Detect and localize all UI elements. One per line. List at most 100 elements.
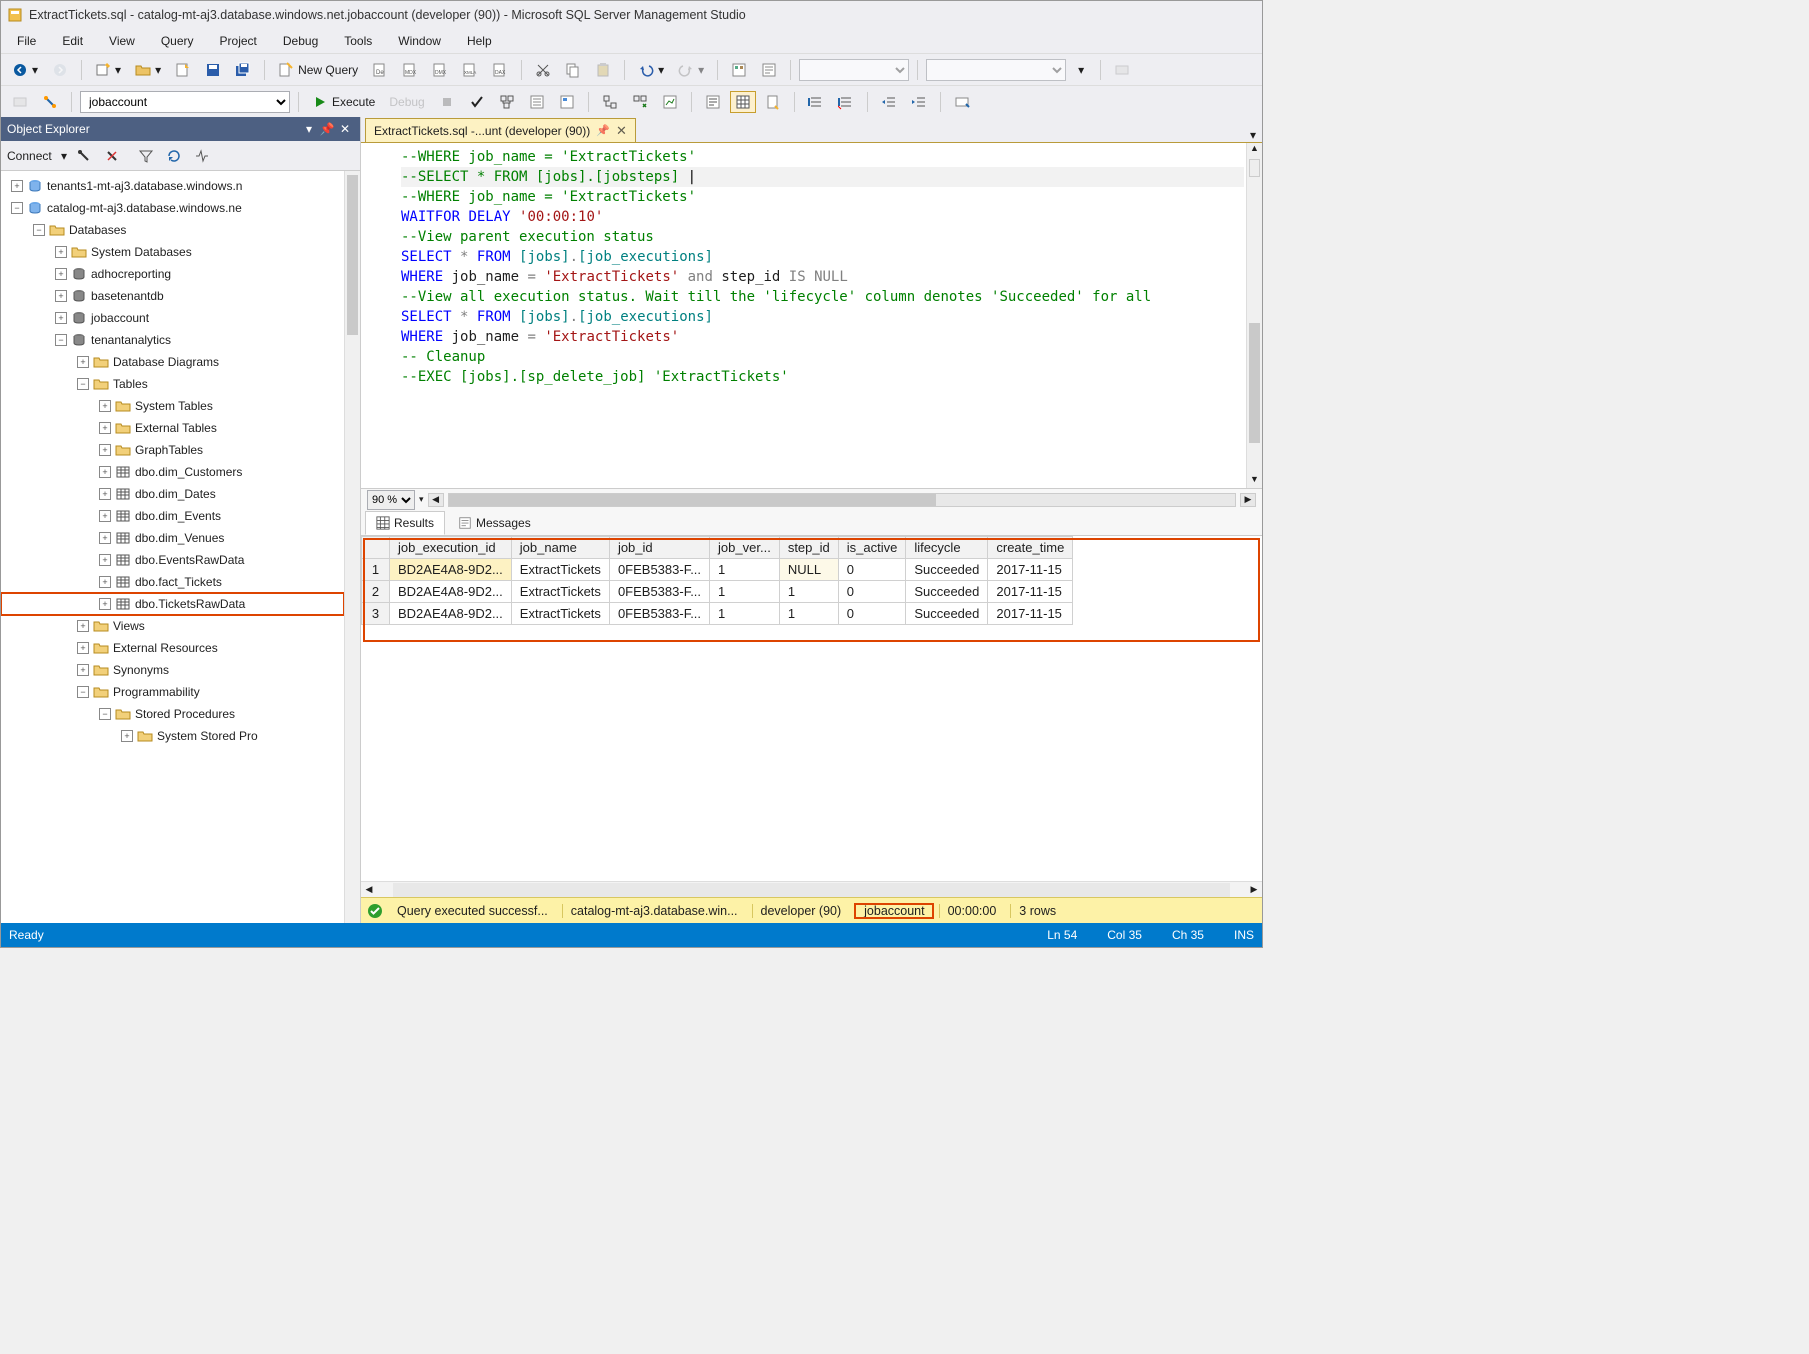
add-button[interactable] bbox=[170, 59, 196, 81]
disconnect-button[interactable] bbox=[73, 145, 95, 167]
object-explorer-tree[interactable]: +tenants1-mt-aj3.database.windows.n−cata… bbox=[1, 171, 344, 923]
expand-icon[interactable]: + bbox=[77, 356, 89, 368]
collapse-icon[interactable]: − bbox=[99, 708, 111, 720]
menu-view[interactable]: View bbox=[97, 31, 147, 51]
expand-icon[interactable]: + bbox=[99, 576, 111, 588]
copy-button[interactable] bbox=[560, 59, 586, 81]
estimated-plan-button[interactable] bbox=[494, 91, 520, 113]
tree-node[interactable]: −catalog-mt-aj3.database.windows.ne bbox=[1, 197, 344, 219]
column-header[interactable]: is_active bbox=[838, 537, 906, 559]
menu-help[interactable]: Help bbox=[455, 31, 504, 51]
tree-node[interactable]: +jobaccount bbox=[1, 307, 344, 329]
menu-query[interactable]: Query bbox=[149, 31, 206, 51]
tree-node[interactable]: +System Stored Pro bbox=[1, 725, 344, 747]
scroll-left-icon[interactable]: ◀ bbox=[428, 493, 444, 507]
pin-icon[interactable]: 📌 bbox=[596, 124, 610, 137]
save-all-button[interactable] bbox=[230, 59, 256, 81]
tree-node[interactable]: +adhocreporting bbox=[1, 263, 344, 285]
live-stats-button[interactable] bbox=[627, 91, 653, 113]
tree-node[interactable]: +basetenantdb bbox=[1, 285, 344, 307]
query-options-button[interactable] bbox=[524, 91, 550, 113]
uncomment-button[interactable] bbox=[833, 91, 859, 113]
change-conn-button[interactable] bbox=[37, 91, 63, 113]
script-button-1[interactable]: De bbox=[367, 59, 393, 81]
paste-button[interactable] bbox=[590, 59, 616, 81]
expand-icon[interactable]: + bbox=[99, 510, 111, 522]
new-item-button[interactable]: ▾ bbox=[90, 59, 126, 81]
results-file-button[interactable] bbox=[760, 91, 786, 113]
indent-button[interactable] bbox=[906, 91, 932, 113]
menu-file[interactable]: File bbox=[5, 31, 48, 51]
document-tab[interactable]: ExtractTickets.sql -...unt (developer (9… bbox=[365, 118, 636, 142]
expand-icon[interactable]: + bbox=[55, 246, 67, 258]
expand-icon[interactable]: + bbox=[55, 290, 67, 302]
table-row[interactable]: 1BD2AE4A8-9D2...ExtractTickets0FEB5383-F… bbox=[362, 559, 1073, 581]
script-dmx-button[interactable]: DMX bbox=[427, 59, 453, 81]
cut-button[interactable] bbox=[530, 59, 556, 81]
results-text-button[interactable] bbox=[700, 91, 726, 113]
client-stats-button[interactable] bbox=[657, 91, 683, 113]
tree-scrollbar[interactable] bbox=[344, 171, 360, 923]
script-xmla-button[interactable]: XMLA bbox=[457, 59, 483, 81]
table-row[interactable]: 2BD2AE4A8-9D2...ExtractTickets0FEB5383-F… bbox=[362, 581, 1073, 603]
open-button[interactable]: ▾ bbox=[130, 59, 166, 81]
tree-node[interactable]: −Stored Procedures bbox=[1, 703, 344, 725]
tree-node[interactable]: +dbo.EventsRawData bbox=[1, 549, 344, 571]
expand-icon[interactable]: + bbox=[77, 642, 89, 654]
expand-icon[interactable]: + bbox=[99, 598, 111, 610]
tree-node[interactable]: +System Databases bbox=[1, 241, 344, 263]
results-grid[interactable]: job_execution_idjob_namejob_idjob_ver...… bbox=[361, 536, 1262, 881]
sql-editor[interactable]: --WHERE job_name = 'ExtractTickets'--SEL… bbox=[361, 143, 1246, 488]
results-hscroll[interactable]: ◀ ▶ bbox=[361, 881, 1262, 897]
tree-node[interactable]: +Views bbox=[1, 615, 344, 637]
tree-node[interactable]: +tenants1-mt-aj3.database.windows.n bbox=[1, 175, 344, 197]
save-button[interactable] bbox=[200, 59, 226, 81]
column-header[interactable]: job_ver... bbox=[710, 537, 780, 559]
collapse-icon[interactable]: − bbox=[77, 686, 89, 698]
script-mdx-button[interactable]: MDX bbox=[397, 59, 423, 81]
activity-button[interactable] bbox=[191, 145, 213, 167]
new-query-button[interactable]: New Query bbox=[273, 59, 363, 81]
tree-node[interactable]: +dbo.dim_Events bbox=[1, 505, 344, 527]
outdent-button[interactable] bbox=[876, 91, 902, 113]
expand-icon[interactable]: + bbox=[121, 730, 133, 742]
tree-node[interactable]: −tenantanalytics bbox=[1, 329, 344, 351]
tree-node[interactable]: +dbo.dim_Customers bbox=[1, 461, 344, 483]
column-header[interactable]: job_id bbox=[609, 537, 709, 559]
close-icon[interactable]: ✕ bbox=[616, 123, 627, 139]
expand-icon[interactable]: + bbox=[99, 488, 111, 500]
tree-node[interactable]: +Synonyms bbox=[1, 659, 344, 681]
menu-window[interactable]: Window bbox=[386, 31, 453, 51]
tree-node[interactable]: +dbo.fact_Tickets bbox=[1, 571, 344, 593]
column-header[interactable]: lifecycle bbox=[906, 537, 988, 559]
specify-values-button[interactable] bbox=[949, 91, 975, 113]
panel-dropdown-icon[interactable]: ▾ bbox=[300, 120, 318, 138]
collapse-icon[interactable]: − bbox=[77, 378, 89, 390]
change-type-button[interactable] bbox=[7, 91, 33, 113]
expand-icon[interactable]: + bbox=[11, 180, 23, 192]
close-icon[interactable]: ✕ bbox=[336, 120, 354, 138]
tree-node[interactable]: +External Tables bbox=[1, 417, 344, 439]
find-button[interactable]: ▾ bbox=[1070, 59, 1092, 81]
messages-tab[interactable]: Messages bbox=[447, 511, 542, 535]
tree-node[interactable]: +GraphTables bbox=[1, 439, 344, 461]
tree-node[interactable]: +External Resources bbox=[1, 637, 344, 659]
expand-icon[interactable]: + bbox=[99, 444, 111, 456]
database-combo[interactable]: jobaccount bbox=[80, 91, 290, 113]
zoom-selector[interactable]: 90 % bbox=[367, 490, 415, 510]
collapse-icon[interactable]: − bbox=[33, 224, 45, 236]
nav-back-button[interactable]: ▾ bbox=[7, 59, 43, 81]
expand-icon[interactable]: + bbox=[55, 312, 67, 324]
menu-project[interactable]: Project bbox=[208, 31, 269, 51]
extra-button[interactable] bbox=[1109, 59, 1135, 81]
editor-hscroll[interactable] bbox=[448, 493, 1236, 507]
column-header[interactable]: job_name bbox=[511, 537, 609, 559]
disconnect-all-button[interactable] bbox=[101, 145, 123, 167]
expand-icon[interactable]: + bbox=[77, 664, 89, 676]
include-plan-button[interactable] bbox=[597, 91, 623, 113]
results-tab[interactable]: Results bbox=[365, 511, 445, 535]
tree-node[interactable]: −Databases bbox=[1, 219, 344, 241]
redo-button[interactable]: ▾ bbox=[673, 59, 709, 81]
column-header[interactable]: create_time bbox=[988, 537, 1073, 559]
results-grid-button[interactable] bbox=[730, 91, 756, 113]
